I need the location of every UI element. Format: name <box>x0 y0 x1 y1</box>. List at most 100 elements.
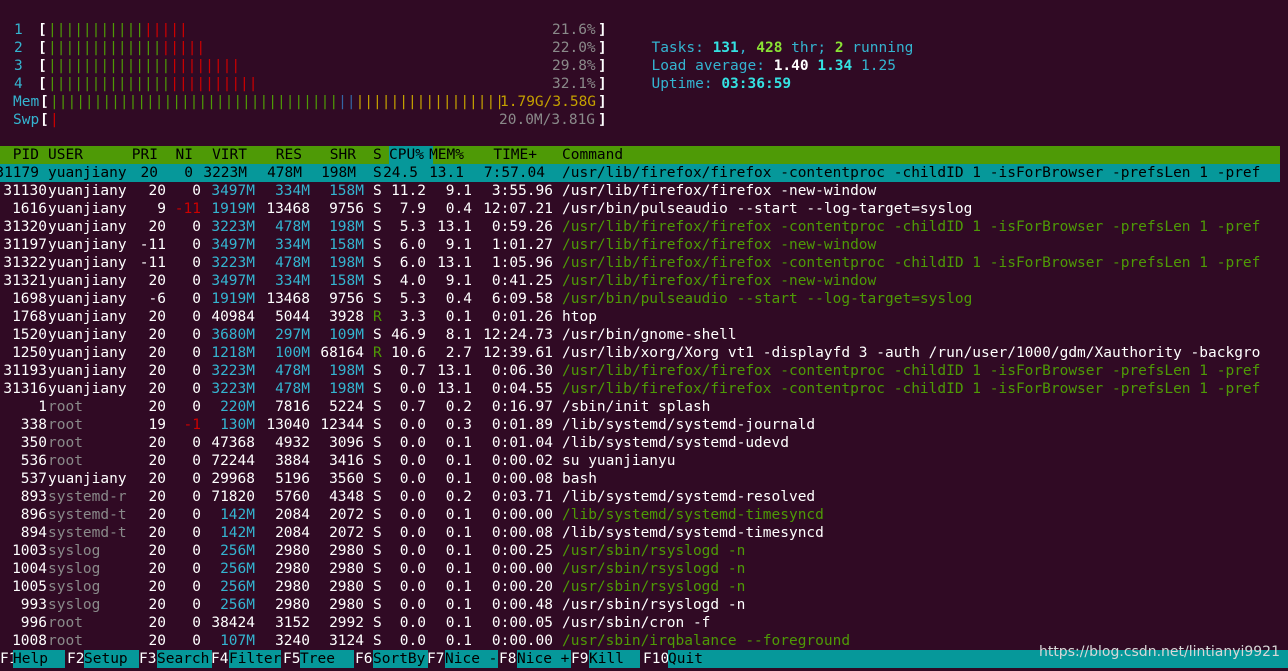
process-time: 1:05.96 <box>491 255 553 271</box>
process-row[interactable]: 537 yuanjiany 20 0 29968 5196 3560 S 0.0 0.1 0:00.… <box>0 470 1288 488</box>
process-command: /usr/sbin/irqbalance --foreground <box>562 633 851 649</box>
col-mem[interactable]: MEM% <box>429 146 464 164</box>
process-row[interactable]: 31130 yuanjiany 20 0 3497M 334M 158M S 11.2 9.1 3:… <box>0 182 1288 200</box>
function-key-f7[interactable]: F7 <box>427 650 444 668</box>
function-key-f6[interactable]: F6 <box>355 650 372 668</box>
process-nice: 0 <box>192 561 201 577</box>
process-virt: 1919M <box>211 291 255 307</box>
function-label-help[interactable]: Help <box>13 650 65 668</box>
process-virt: 256M <box>220 597 255 613</box>
col-time[interactable]: TIME+ <box>493 146 537 164</box>
function-label-filter[interactable]: Filter <box>229 650 281 668</box>
function-label-nice[interactable]: Nice + <box>517 650 571 668</box>
process-mem: 0.1 <box>445 309 472 325</box>
process-user: root <box>48 633 83 649</box>
process-mem: 9.1 <box>445 237 472 253</box>
process-time: 0:59.26 <box>491 219 553 235</box>
process-state: S <box>373 183 382 199</box>
process-mem: 0.2 <box>445 399 472 415</box>
process-pid: 993 <box>20 597 47 613</box>
process-cpu: 0.0 <box>399 381 426 397</box>
process-row[interactable]: 31197 yuanjiany -11 0 3497M 334M 158M S 6.0 9.1 1:… <box>0 236 1288 254</box>
process-state: S <box>373 489 382 505</box>
process-column-header[interactable]: PID USER PRI NI VIRT RES SHR S CPU% MEM%… <box>0 146 1280 164</box>
process-row[interactable]: 896 systemd-t 20 0 142M 2084 2072 S 0.0 0.1 0:00.0… <box>0 506 1288 524</box>
process-time: 0:04.55 <box>491 381 553 397</box>
col-ni[interactable]: NI <box>176 146 193 164</box>
col-virt[interactable]: VIRT <box>212 146 247 164</box>
col-shr[interactable]: SHR <box>330 146 356 164</box>
function-label-kill[interactable]: Kill <box>589 650 640 668</box>
process-cpu: 46.9 <box>391 327 426 343</box>
process-row[interactable]: 1 root 20 0 220M 7816 5224 S 0.7 0.2 0:16.97/sbin/… <box>0 398 1288 416</box>
process-row[interactable]: 31320 yuanjiany 20 0 3223M 478M 198M S 5.3 13.1 0:… <box>0 218 1288 236</box>
function-key-f3[interactable]: F3 <box>139 650 156 668</box>
function-key-f8[interactable]: F8 <box>499 650 516 668</box>
process-row[interactable]: 1520 yuanjiany 20 0 3680M 297M 109M S 46.9 8.1 12:… <box>0 326 1288 344</box>
process-row[interactable]: 893 systemd-r 20 0 71820 5760 4348 S 0.0 0.2 0:03.… <box>0 488 1288 506</box>
process-row[interactable]: 536 root 20 0 72244 3884 3416 S 0.0 0.1 0:00.02 su … <box>0 452 1288 470</box>
function-label-nice[interactable]: Nice - <box>445 650 498 668</box>
col-user[interactable]: USER <box>48 146 83 164</box>
process-nice: 0 <box>192 525 201 541</box>
process-pid: 31320 <box>3 219 47 235</box>
col-pri[interactable]: PRI <box>132 146 158 164</box>
process-row[interactable]: 31193 yuanjiany 20 0 3223M 478M 198M S 0.7 13.1 0:… <box>0 362 1288 380</box>
process-row[interactable]: 1698 yuanjiany -6 0 1919M 13468 9756 S 5.3 0.4 6:0… <box>0 290 1288 308</box>
function-label-setup[interactable]: Setup <box>84 650 139 668</box>
process-state: S <box>373 543 382 559</box>
function-key-f10[interactable]: F10 <box>643 650 669 668</box>
process-cpu: 0.0 <box>399 597 426 613</box>
function-key-f5[interactable]: F5 <box>283 650 300 668</box>
col-s[interactable]: S <box>373 146 382 164</box>
process-mem: 0.1 <box>445 471 472 487</box>
process-mem: 8.1 <box>445 327 472 343</box>
function-label-search[interactable]: Search <box>157 650 212 668</box>
process-virt: 256M <box>220 579 255 595</box>
process-time: 12:24.73 <box>483 327 553 343</box>
function-key-f4[interactable]: F4 <box>211 650 228 668</box>
process-row[interactable]: 350 root 20 0 47368 4932 3096 S 0.0 0.1 0:01.04/li… <box>0 434 1288 452</box>
process-row[interactable]: 1250 yuanjiany 20 0 1218M 100M 68164 R 10.6 2.7 12… <box>0 344 1288 362</box>
process-user: root <box>48 399 83 415</box>
process-row[interactable]: 31316 yuanjiany 20 0 3223M 478M 198M S 0.0 13.1 0:… <box>0 380 1288 398</box>
function-key-f2[interactable]: F2 <box>67 650 84 668</box>
process-shr: 3096 <box>329 435 364 451</box>
process-row[interactable]: 993 syslog 20 0 256M 2980 2980 S 0.0 0.1 0:00.48/u… <box>0 596 1288 614</box>
process-row[interactable]: 1004 syslog 20 0 256M 2980 2980 S 0.0 0.1 0:00.00 /… <box>0 560 1288 578</box>
process-row[interactable]: 338 root 19 -1 130M 13040 12344 S 0.0 0.3 0:01.89 /… <box>0 416 1288 434</box>
process-row[interactable]: 894 systemd-t 20 0 142M 2084 2072 S 0.0 0.1 0:00.0… <box>0 524 1288 542</box>
cpu-meter-open-bracket: [ <box>38 22 47 38</box>
process-row[interactable]: 1616 yuanjiany 9 -11 1919M 13468 9756 S 7.9 0.4 12… <box>0 200 1288 218</box>
col-cpu[interactable]: CPU% <box>389 146 433 164</box>
function-label-sortby[interactable]: SortBy <box>373 650 428 668</box>
process-mem: 13.1 <box>437 363 472 379</box>
process-state: S <box>373 507 382 523</box>
process-virt: 29968 <box>211 471 255 487</box>
process-command: /usr/lib/firefox/firefox -new-window <box>562 237 877 253</box>
process-row[interactable]: 1003 syslog 20 0 256M 2980 2980 S 0.0 0.1 0:00.25 /… <box>0 542 1288 560</box>
process-row[interactable]: 1005 syslog 20 0 256M 2980 2980 S 0.0 0.1 0:00.20 /… <box>0 578 1288 596</box>
process-time: 0:01.26 <box>491 309 553 325</box>
process-virt: 256M <box>220 543 255 559</box>
function-label-tree[interactable]: Tree <box>300 650 354 668</box>
mem-meter-value: 1.79G/3.58G <box>500 94 597 110</box>
process-row[interactable]: 31179 yuanjiany 20 0 3223M 478M 198M S24.5 13.1 7… <box>0 164 1280 182</box>
process-row[interactable]: 31322 yuanjiany -11 0 3223M 478M 198M S 6.0 13.1 1… <box>0 254 1288 272</box>
process-user: yuanjiany <box>48 363 127 379</box>
process-nice: 0 <box>192 363 201 379</box>
process-cpu: 10.6 <box>391 345 426 361</box>
process-row[interactable]: 1768 yuanjiany 20 0 40984 5044 3928 R 3.3 0.1 0:01… <box>0 308 1288 326</box>
col-res[interactable]: RES <box>276 146 302 164</box>
process-row[interactable]: 31321 yuanjiany 20 0 3497M 334M 158M S 4.0 9.1 0:4… <box>0 272 1288 290</box>
process-cpu: 0.7 <box>399 363 426 379</box>
function-key-f9[interactable]: F9 <box>571 650 588 668</box>
process-mem: 0.1 <box>445 561 472 577</box>
col-pid[interactable]: PID <box>13 146 39 164</box>
process-nice: 0 <box>192 327 201 343</box>
col-command[interactable]: Command <box>562 146 623 164</box>
process-pid: 31316 <box>3 381 47 397</box>
process-row[interactable]: 996 root 20 0 38424 3152 2992 S 0.0 0.1 0:00.05/us… <box>0 614 1288 632</box>
process-user: yuanjiany <box>48 255 127 271</box>
process-res: 2980 <box>275 597 310 613</box>
